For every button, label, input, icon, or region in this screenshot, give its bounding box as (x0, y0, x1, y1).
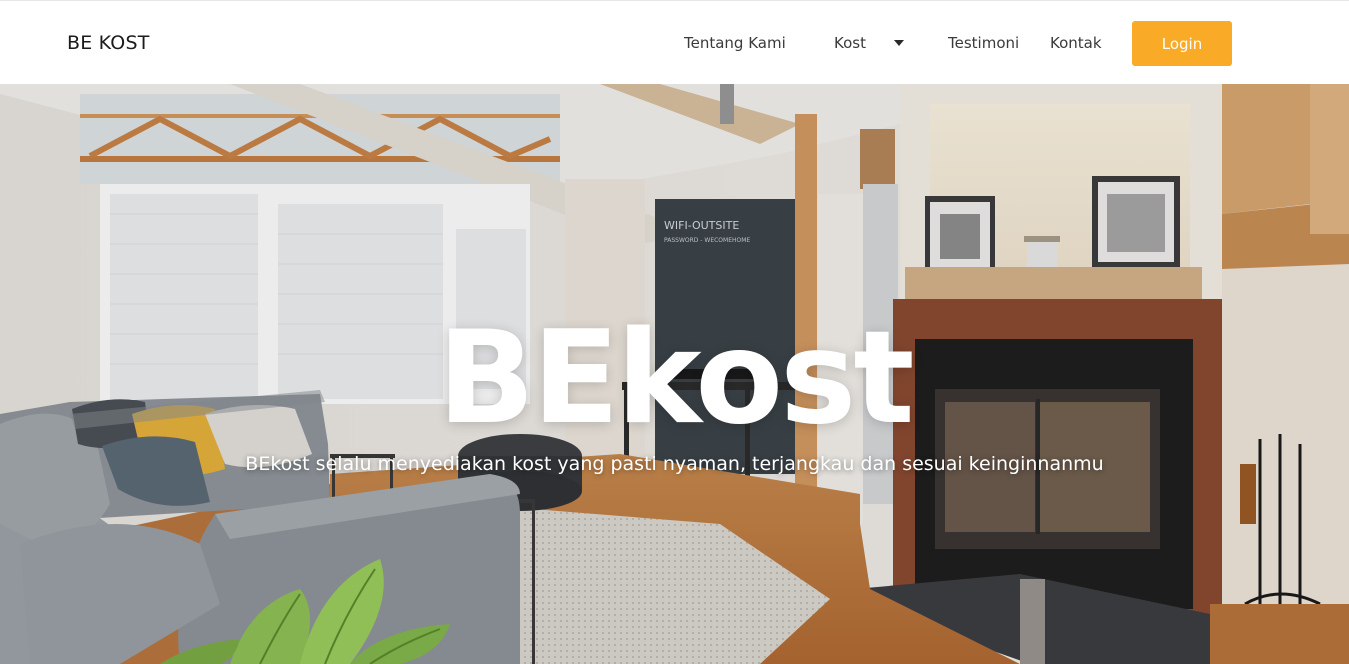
hero-subtitle: BEkost selalu menyediakan kost yang past… (245, 453, 1104, 475)
nav-link-kost-label: Kost (834, 34, 866, 52)
navbar: BE KOST Tentang Kami Kost Testimoni Kont… (0, 0, 1349, 84)
nav-link-tentang-kami[interactable]: Tentang Kami (684, 34, 786, 52)
hero-title: BEkost (437, 303, 915, 453)
hero-section: WIFI-OUTSITE PASSWORD - WECOMEHOME BEkos… (0, 84, 1349, 664)
login-button[interactable]: Login (1132, 21, 1232, 66)
nav-link-testimoni[interactable]: Testimoni (948, 34, 1019, 52)
brand-logo[interactable]: BE KOST (67, 32, 150, 54)
chevron-down-icon (893, 40, 904, 46)
nav-link-kontak[interactable]: Kontak (1050, 34, 1102, 52)
nav-dropdown-kost[interactable]: Kost (834, 34, 904, 52)
